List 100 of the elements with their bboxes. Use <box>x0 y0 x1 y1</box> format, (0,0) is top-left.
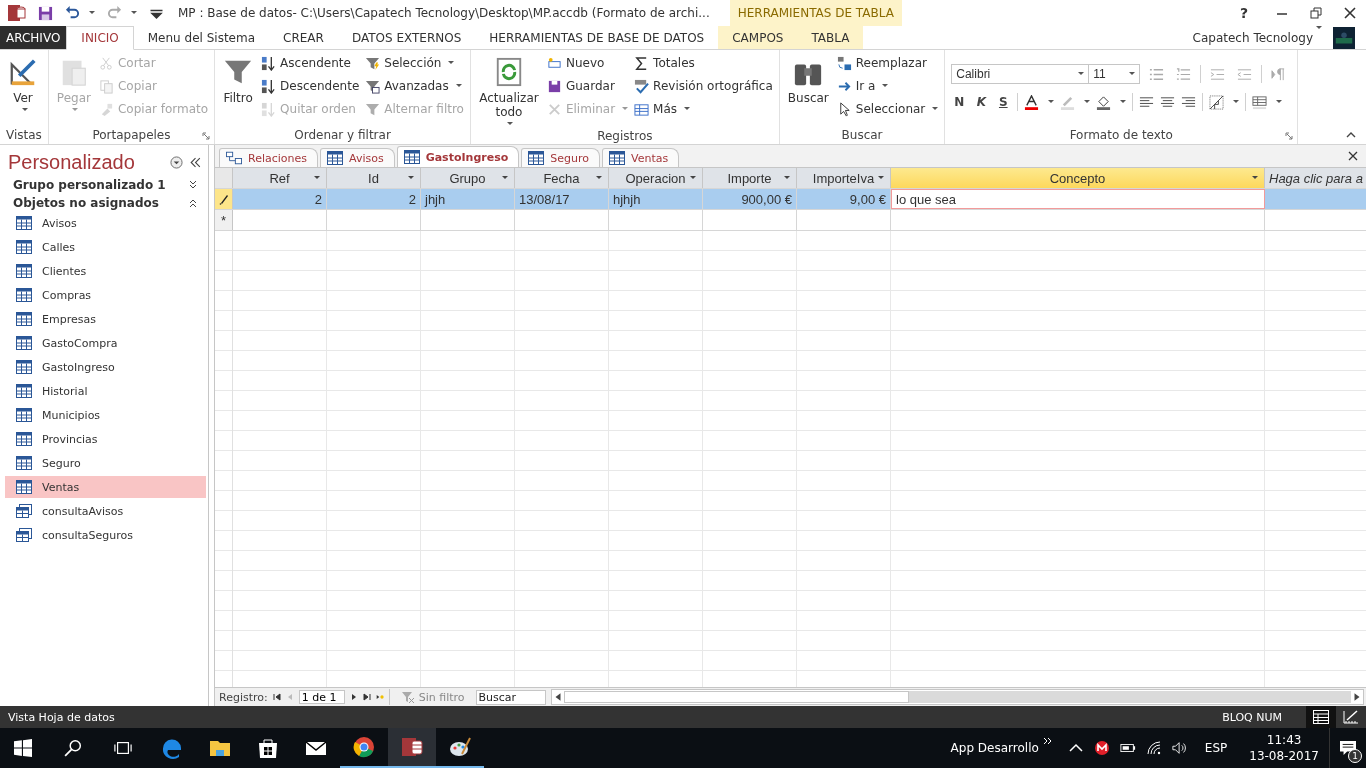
input-language[interactable]: ESP <box>1204 741 1228 755</box>
table-cell[interactable]: jhjh <box>421 189 515 209</box>
navigation-item[interactable]: GastoCompra <box>5 332 206 354</box>
ribbon-button[interactable]: Avanzadas <box>365 77 464 95</box>
ribbon-tab[interactable]: TABLA <box>797 26 864 49</box>
fill-bucket-icon[interactable] <box>1096 94 1112 110</box>
database-app-icon[interactable] <box>400 735 424 759</box>
column-header[interactable]: Id <box>327 168 421 188</box>
palette-icon[interactable] <box>448 735 472 759</box>
next-record-icon[interactable] <box>349 693 358 701</box>
font-dropdown[interactable]: Calibri <box>951 64 1090 84</box>
table-cell[interactable]: 2 <box>233 189 327 209</box>
column-header[interactable]: Operacion <box>609 168 703 188</box>
ribbon-button[interactable]: Más <box>634 100 773 118</box>
ribbon-button[interactable]: Filtro <box>221 54 256 126</box>
navigation-item[interactable]: Calles <box>5 236 206 258</box>
view-button[interactable] <box>1306 706 1336 728</box>
volume-icon[interactable] <box>1171 740 1188 756</box>
navigation-group-header[interactable]: Grupo personalizado 1 <box>0 176 208 194</box>
collapse-ribbon-icon[interactable] <box>1346 132 1356 138</box>
caret-icon[interactable] <box>314 176 320 180</box>
table-cell[interactable]: 13/08/17 <box>515 189 609 209</box>
record-number-field[interactable]: 1 de 1 <box>298 690 345 704</box>
table-cell[interactable]: 900,00 € <box>703 189 797 209</box>
close-icon[interactable] <box>1344 7 1356 19</box>
ribbon-button[interactable]: Ir a <box>836 77 939 95</box>
chrome-browser-icon[interactable] <box>352 735 376 759</box>
font-size-dropdown[interactable]: 11 <box>1088 64 1141 84</box>
document-tab[interactable]: GastoIngreso <box>396 146 520 167</box>
save-icon[interactable] <box>38 5 53 21</box>
double-chevron-icon[interactable] <box>1042 737 1053 745</box>
column-header[interactable]: Grupo <box>421 168 515 188</box>
document-tab[interactable]: Avisos <box>320 148 395 167</box>
caret-icon[interactable] <box>784 176 790 180</box>
record-row[interactable]: 2 2 jhjh 13/08/17 hjhjh 900,00 € 9,00 € lo que sea <box>215 189 1366 210</box>
ribbon-tab[interactable]: INICIO <box>66 26 134 50</box>
ribbon-button[interactable]: Selección <box>365 54 464 72</box>
account-name[interactable]: Capatech Tecnology <box>1192 30 1313 45</box>
align-center-icon[interactable] <box>1160 94 1176 110</box>
store-bag-icon[interactable] <box>256 736 280 760</box>
column-header[interactable]: Ref <box>233 168 327 188</box>
new-record-icon[interactable] <box>375 693 384 701</box>
toolbar-label[interactable]: App Desarrollo <box>950 741 1039 755</box>
clock-date[interactable]: 13-08-2017 <box>1249 749 1319 763</box>
document-tab[interactable]: Seguro <box>521 148 600 167</box>
table-cell[interactable]: hjhjh <box>609 189 703 209</box>
ribbon-button[interactable]: Ascendente <box>261 54 360 72</box>
ribbon-tab[interactable]: CREAR <box>269 26 338 49</box>
windows-start-icon[interactable] <box>14 739 32 757</box>
ribbon-tab[interactable]: HERRAMIENTAS DE BASE DE DATOS <box>475 26 719 49</box>
font-color-icon[interactable] <box>1024 94 1040 110</box>
ribbon-button[interactable]: Ver <box>6 54 40 126</box>
ribbon-button[interactable]: Totales <box>634 54 773 72</box>
last-record-icon[interactable] <box>362 693 371 701</box>
ribbon-button[interactable]: Guardar <box>546 77 629 95</box>
navigation-pane-title[interactable]: Personalizado <box>8 151 164 174</box>
clock-time[interactable]: 11:43 <box>1266 733 1302 747</box>
ribbon-tab[interactable]: CAMPOS <box>718 26 798 49</box>
navigation-item[interactable]: Historial <box>5 380 206 402</box>
restore-icon[interactable] <box>1310 7 1322 19</box>
cloud-sync-app-icon[interactable] <box>1093 740 1110 756</box>
column-header[interactable]: Importe <box>703 168 797 188</box>
navigation-item[interactable]: Seguro <box>5 452 206 474</box>
caret-icon[interactable] <box>878 176 884 180</box>
navigation-item[interactable]: consultaSeguros <box>5 524 206 546</box>
ribbon-button[interactable]: Reemplazar <box>836 54 939 72</box>
align-right-icon[interactable] <box>1181 94 1197 110</box>
gridlines-icon[interactable] <box>1209 94 1225 110</box>
ribbon-button[interactable]: Revisión ortográfica <box>634 77 773 95</box>
help-button[interactable]: ? <box>1239 5 1248 21</box>
document-tab[interactable]: Relaciones <box>219 148 319 167</box>
navigation-item[interactable]: Ventas <box>5 476 206 498</box>
navigation-item[interactable]: Provincias <box>5 428 206 450</box>
wifi-icon[interactable] <box>1145 740 1162 756</box>
navigation-item[interactable]: Empresas <box>5 308 206 330</box>
close-icon[interactable] <box>1348 151 1358 161</box>
navigation-item[interactable]: Municipios <box>5 404 206 426</box>
caret-icon[interactable] <box>408 176 414 180</box>
first-record-icon[interactable] <box>272 693 281 701</box>
navigation-item[interactable]: Compras <box>5 284 206 306</box>
caret-icon[interactable] <box>596 176 602 180</box>
format-button[interactable]: K <box>973 95 990 109</box>
ribbon-tab[interactable]: ARCHIVO <box>0 26 67 49</box>
ribbon-button[interactable]: Buscar <box>785 54 831 126</box>
task-view-icon[interactable] <box>114 739 132 757</box>
row-color-icon[interactable] <box>1252 94 1268 110</box>
ribbon-button[interactable]: Actualizar todo <box>476 54 541 128</box>
format-button[interactable]: N <box>951 95 968 109</box>
navigation-item[interactable]: consultaAvisos <box>5 500 206 522</box>
ribbon-button[interactable]: Descendente <box>261 77 360 95</box>
column-header[interactable]: Concepto <box>891 168 1265 188</box>
horizontal-scrollbar[interactable] <box>550 689 1364 705</box>
navigation-item[interactable]: GastoIngreso <box>5 356 206 378</box>
ribbon-button[interactable]: Nuevo <box>546 54 629 72</box>
ribbon-tab[interactable]: DATOS EXTERNOS <box>337 26 476 49</box>
dialog-launcher-icon[interactable] <box>202 132 211 140</box>
navigation-item[interactable]: Clientes <box>5 260 206 282</box>
format-button[interactable]: S <box>995 95 1012 109</box>
caret-icon[interactable] <box>690 176 696 180</box>
shutter-bar-icon[interactable] <box>189 156 202 169</box>
